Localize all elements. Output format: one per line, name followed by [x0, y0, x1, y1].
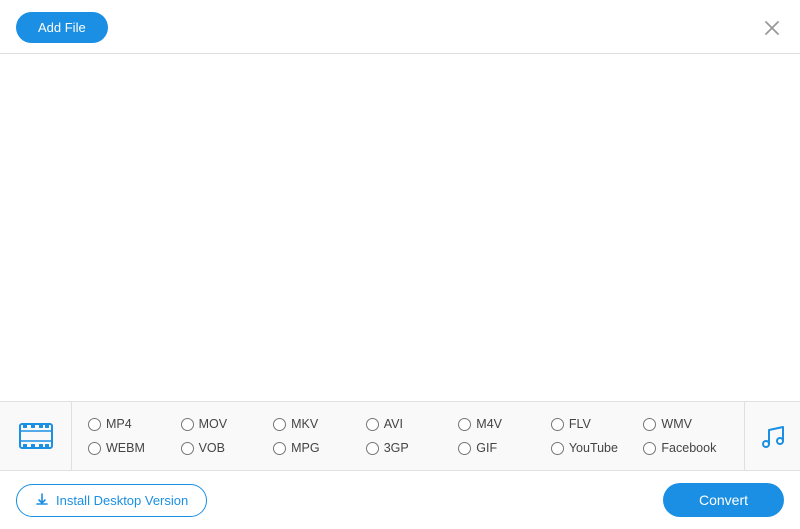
format-option-youtube[interactable]: YouTube — [547, 438, 640, 458]
drop-zone[interactable] — [0, 54, 800, 401]
close-button[interactable] — [760, 16, 784, 40]
format-option-3gp[interactable]: 3GP — [362, 438, 455, 458]
format-option-mkv[interactable]: MKV — [269, 414, 362, 434]
format-option-gif[interactable]: GIF — [454, 438, 547, 458]
format-bar: MP4 MOV MKV AVI M4V FLV — [0, 401, 800, 471]
format-option-mp4[interactable]: MP4 — [84, 414, 177, 434]
video-format-icon-box[interactable] — [0, 402, 72, 470]
app-container: Add File — [0, 0, 800, 529]
music-icon — [757, 420, 789, 452]
film-icon — [18, 418, 54, 454]
header: Add File — [0, 0, 800, 53]
format-option-m4v[interactable]: M4V — [454, 414, 547, 434]
format-option-facebook[interactable]: Facebook — [639, 438, 732, 458]
convert-button[interactable]: Convert — [663, 483, 784, 517]
format-option-mpg[interactable]: MPG — [269, 438, 362, 458]
format-option-flv[interactable]: FLV — [547, 414, 640, 434]
add-file-button[interactable]: Add File — [16, 12, 108, 43]
format-option-webm[interactable]: WEBM — [84, 438, 177, 458]
format-options-grid: MP4 MOV MKV AVI M4V FLV — [72, 406, 744, 466]
format-option-wmv[interactable]: WMV — [639, 414, 732, 434]
audio-format-icon-box[interactable] — [744, 402, 800, 470]
format-option-vob[interactable]: VOB — [177, 438, 270, 458]
install-desktop-button[interactable]: Install Desktop Version — [16, 484, 207, 517]
format-option-avi[interactable]: AVI — [362, 414, 455, 434]
footer: Install Desktop Version Convert — [0, 471, 800, 529]
download-icon — [35, 493, 49, 507]
format-option-mov[interactable]: MOV — [177, 414, 270, 434]
close-icon — [764, 20, 780, 36]
install-label: Install Desktop Version — [56, 493, 188, 508]
